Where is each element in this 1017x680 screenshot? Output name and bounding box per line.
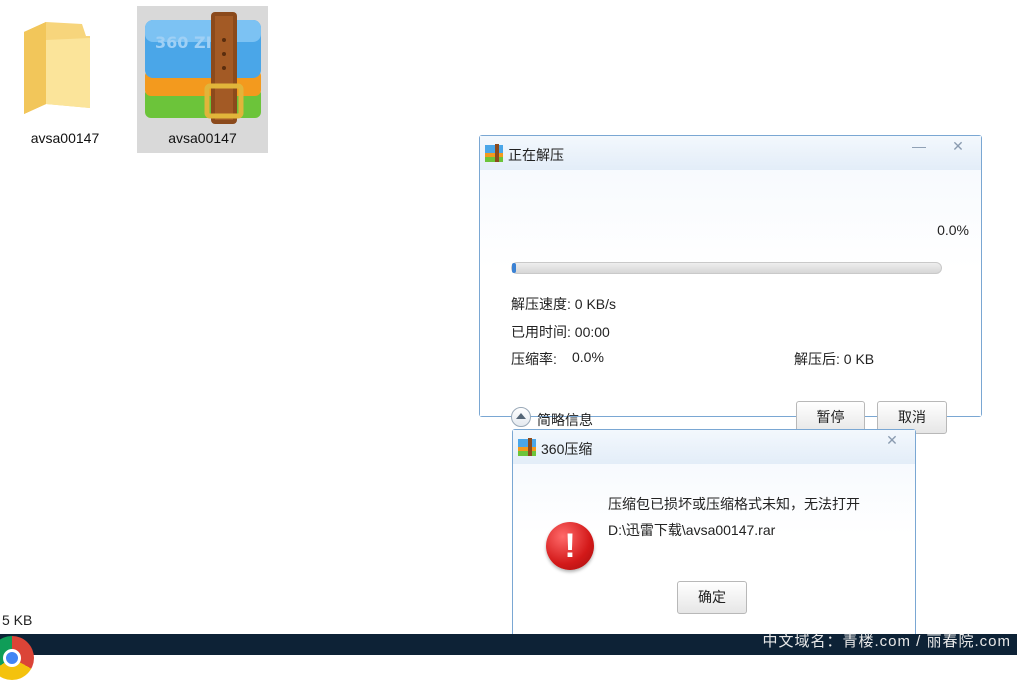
zip-archive-icon: 360 ZIP — [145, 12, 261, 124]
compression-ratio-label: 压缩率: — [511, 351, 557, 367]
extract-speed: 解压速度: 0 KB/s — [511, 296, 617, 312]
close-icon[interactable]: ✕ — [939, 136, 977, 156]
minimize-icon[interactable]: — — [900, 136, 938, 156]
extract-titlebar[interactable]: 正在解压 — ✕ — [480, 136, 981, 170]
ok-button[interactable]: 确定 — [677, 581, 747, 614]
brief-info-toggle[interactable]: 简略信息 — [537, 410, 593, 430]
progress-percent: 0.0% — [937, 222, 969, 238]
folder-label: avsa00147 — [30, 130, 100, 146]
app-icon — [518, 438, 536, 456]
elapsed-time: 已用时间: 00:00 — [511, 324, 610, 340]
error-message-line1: 压缩包已损坏或压缩格式未知，无法打开 — [608, 496, 860, 512]
error-dialog-title: 360压缩 — [541, 441, 593, 457]
extract-dialog-body: 0.0% 解压速度: 0 KB/s 已用时间: 00:00 压缩率: 0.0% … — [480, 170, 981, 434]
error-dialog-body: ! 压缩包已损坏或压缩格式未知，无法打开 D:\迅雷下载\avsa00147.r… — [513, 464, 915, 641]
status-size-text: 5 KB — [2, 612, 33, 628]
collapse-up-icon[interactable] — [511, 407, 531, 427]
compression-ratio-value: 0.0% — [572, 349, 604, 365]
folder-icon — [24, 22, 90, 114]
progress-fill — [512, 263, 517, 273]
close-icon[interactable]: ✕ — [873, 430, 911, 450]
error-dialog: 360压缩 ✕ ! 压缩包已损坏或压缩格式未知，无法打开 D:\迅雷下载\avs… — [512, 429, 916, 642]
chrome-browser-icon[interactable] — [0, 636, 34, 680]
watermark-text: 中文域名：青楼.com / 丽春院.com — [762, 633, 1011, 650]
app-icon — [485, 144, 503, 162]
desktop-folder-icon[interactable]: avsa00147 — [0, 6, 130, 154]
error-message-path: D:\迅雷下载\avsa00147.rar — [608, 522, 776, 538]
extract-progress-bar — [511, 262, 942, 274]
extract-dialog-title: 正在解压 — [508, 147, 564, 163]
extract-progress-dialog: 正在解压 — ✕ 0.0% 解压速度: 0 KB/s 已用时间: 00:00 压… — [479, 135, 982, 434]
extracted-size: 解压后: 0 KB — [794, 351, 875, 367]
error-titlebar[interactable]: 360压缩 ✕ — [513, 430, 915, 464]
desktop-archive-icon[interactable]: 360 ZIP avsa00147 — [137, 6, 268, 153]
error-icon: ! — [546, 522, 594, 570]
archive-label: avsa00147 — [168, 130, 237, 146]
